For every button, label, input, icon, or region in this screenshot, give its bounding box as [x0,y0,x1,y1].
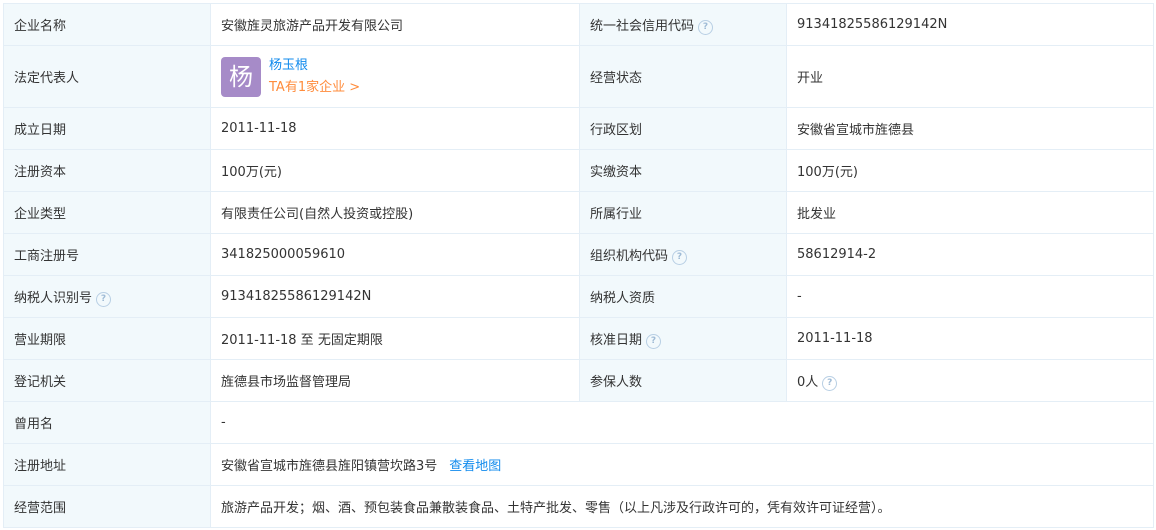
reg-capital-value: 100万(元) [210,149,580,192]
insured-value: 0人? [786,359,1154,402]
table-row: 企业名称 安徽旌灵旅游产品开发有限公司 统一社会信用代码? 9134182558… [3,3,1154,46]
business-term-value: 2011-11-18 至 无固定期限 [210,317,580,360]
credit-code-label: 统一社会信用代码? [579,3,787,46]
established-label: 成立日期 [3,107,211,150]
table-row: 注册资本 100万(元) 实缴资本 100万(元) [3,149,1154,192]
company-type-label: 企业类型 [3,191,211,234]
address-value: 安徽省宣城市旌德县旌阳镇营坎路3号 查看地图 [210,443,1154,486]
help-icon[interactable]: ? [698,19,714,35]
table-row: 登记机关 旌德县市场监督管理局 参保人数 0人? [3,359,1154,402]
table-row: 经营范围 旅游产品开发；烟、酒、预包装食品兼散装食品、土特产批发、零售（以上凡涉… [3,485,1154,528]
help-icon[interactable]: ? [822,375,838,391]
org-code-value: 58612914-2 [786,233,1154,276]
legal-rep-companies-link[interactable]: TA有1家企业 > [269,77,360,99]
legal-rep-info: 杨玉根 TA有1家企业 > [269,55,360,99]
table-row: 成立日期 2011-11-18 行政区划 安徽省宣城市旌德县 [3,107,1154,150]
taxpayer-id-value: 91341825586129142N [210,275,580,318]
approval-date-value: 2011-11-18 [786,317,1154,360]
table-row: 曾用名 - [3,401,1154,444]
company-name-value: 安徽旌灵旅游产品开发有限公司 [210,3,580,46]
credit-code-value: 91341825586129142N [786,3,1154,46]
company-info-table: 企业名称 安徽旌灵旅游产品开发有限公司 统一社会信用代码? 9134182558… [3,3,1154,528]
taxpayer-id-label: 纳税人识别号? [3,275,211,318]
legal-rep-value: 杨杨玉根 TA有1家企业 > [210,45,580,108]
scope-value: 旅游产品开发；烟、酒、预包装食品兼散装食品、土特产批发、零售（以上凡涉及行政许可… [210,485,1154,528]
reg-capital-label: 注册资本 [3,149,211,192]
established-value: 2011-11-18 [210,107,580,150]
view-map-link[interactable]: 查看地图 [449,459,501,474]
status-value: 开业 [786,45,1154,108]
help-icon[interactable]: ? [672,249,688,265]
insured-label: 参保人数 [579,359,787,402]
table-row: 纳税人识别号? 91341825586129142N 纳税人资质 - [3,275,1154,318]
former-name-value: - [210,401,1154,444]
taxpayer-qual-label: 纳税人资质 [579,275,787,318]
table-row: 工商注册号 341825000059610 组织机构代码? 58612914-2 [3,233,1154,276]
paid-capital-value: 100万(元) [786,149,1154,192]
table-row: 法定代表人 杨杨玉根 TA有1家企业 > 经营状态 开业 [3,45,1154,108]
company-type-value: 有限责任公司(自然人投资或控股) [210,191,580,234]
former-name-label: 曾用名 [3,401,211,444]
approval-date-label: 核准日期? [579,317,787,360]
table-row: 企业类型 有限责任公司(自然人投资或控股) 所属行业 批发业 [3,191,1154,234]
authority-value: 旌德县市场监督管理局 [210,359,580,402]
address-label: 注册地址 [3,443,211,486]
org-code-label: 组织机构代码? [579,233,787,276]
table-row: 注册地址 安徽省宣城市旌德县旌阳镇营坎路3号 查看地图 [3,443,1154,486]
table-row: 营业期限 2011-11-18 至 无固定期限 核准日期? 2011-11-18 [3,317,1154,360]
authority-label: 登记机关 [3,359,211,402]
help-icon[interactable]: ? [646,333,662,349]
legal-rep-label: 法定代表人 [3,45,211,108]
region-label: 行政区划 [579,107,787,150]
help-icon[interactable]: ? [96,291,112,307]
industry-value: 批发业 [786,191,1154,234]
reg-number-label: 工商注册号 [3,233,211,276]
paid-capital-label: 实缴资本 [579,149,787,192]
status-label: 经营状态 [579,45,787,108]
region-value: 安徽省宣城市旌德县 [786,107,1154,150]
avatar[interactable]: 杨 [221,56,261,97]
business-term-label: 营业期限 [3,317,211,360]
company-name-label: 企业名称 [3,3,211,46]
industry-label: 所属行业 [579,191,787,234]
reg-number-value: 341825000059610 [210,233,580,276]
scope-label: 经营范围 [3,485,211,528]
legal-rep-name-link[interactable]: 杨玉根 [269,55,360,77]
taxpayer-qual-value: - [786,275,1154,318]
